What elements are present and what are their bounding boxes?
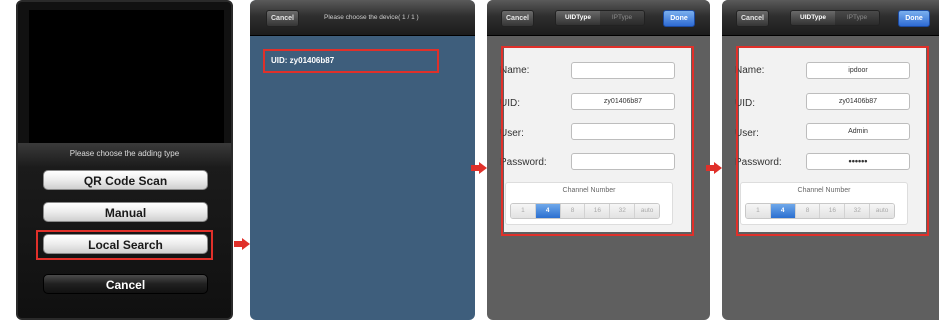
camera-preview [29, 10, 224, 143]
uid-type-tab[interactable]: UIDType [791, 11, 835, 25]
cancel-button[interactable]: Cancel [266, 10, 299, 27]
action-sheet-title: Please choose the adding type [69, 149, 180, 158]
manual-button[interactable]: Manual [43, 202, 208, 222]
device-list-screen: Cancel Please choose the device( 1 / 1 )… [250, 0, 475, 320]
device-form-empty-screen: Cancel UIDType IPType Done Name: UID: zy… [487, 0, 710, 320]
local-search-highlight [36, 230, 213, 260]
form-highlight [501, 46, 694, 236]
add-type-screen: Please choose the adding type QR Code Sc… [16, 0, 233, 320]
navigation-bar: Cancel Please choose the device( 1 / 1 ) [250, 0, 475, 36]
arrow-right-icon [706, 162, 722, 174]
cancel-button[interactable]: Cancel [501, 10, 534, 27]
ip-type-tab[interactable]: IPType [600, 11, 644, 25]
cancel-button[interactable]: Cancel [43, 274, 208, 294]
page-title: Please choose the device( 1 / 1 ) [324, 14, 419, 21]
action-sheet: Please choose the adding type QR Code Sc… [18, 143, 231, 318]
uid-type-tab[interactable]: UIDType [556, 11, 600, 25]
device-form-filled-screen: Cancel UIDType IPType Done Name: ipdoor … [722, 0, 939, 320]
done-button[interactable]: Done [663, 10, 695, 27]
navigation-bar: Cancel UIDType IPType Done [487, 0, 710, 36]
qr-code-scan-button[interactable]: QR Code Scan [43, 170, 208, 190]
ip-type-tab[interactable]: IPType [835, 11, 879, 25]
type-segmented-control: UIDType IPType [555, 10, 645, 26]
form-highlight [736, 46, 929, 236]
type-segmented-control: UIDType IPType [790, 10, 880, 26]
cancel-button[interactable]: Cancel [736, 10, 769, 27]
done-button[interactable]: Done [898, 10, 930, 27]
navigation-bar: Cancel UIDType IPType Done [722, 0, 939, 36]
device-highlight [263, 49, 439, 73]
arrow-right-icon [234, 238, 250, 250]
arrow-right-icon [471, 162, 487, 174]
